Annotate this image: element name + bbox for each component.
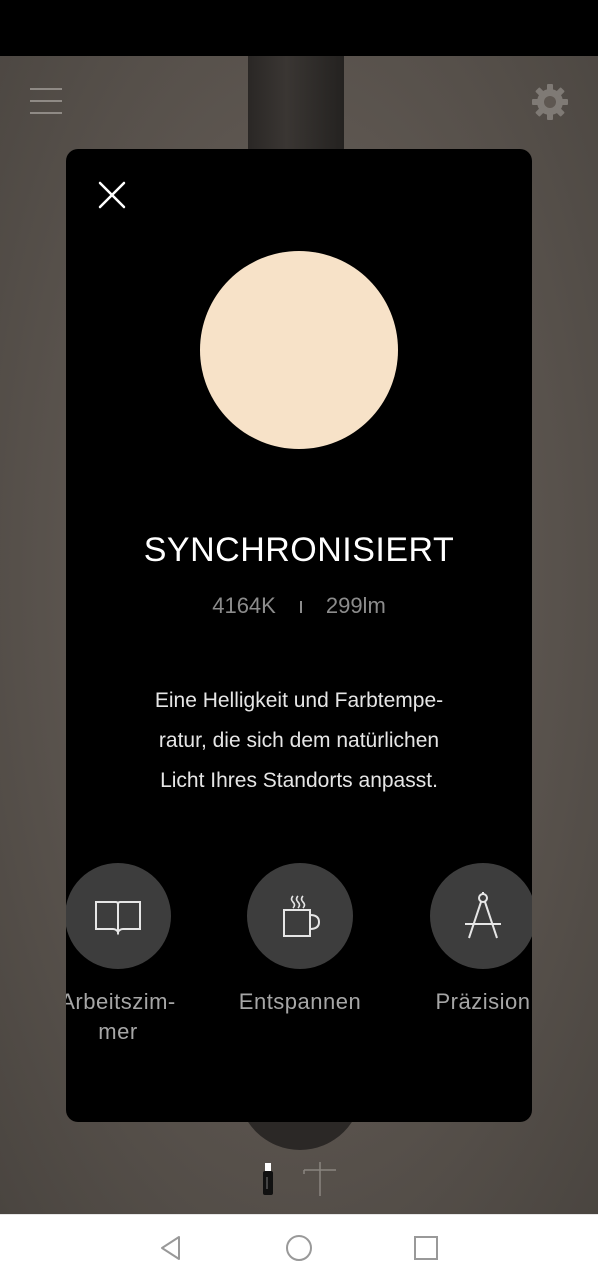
color-temperature-value: 4164K bbox=[212, 593, 276, 618]
lamp-select-icon[interactable] bbox=[262, 1163, 274, 1197]
preset-praezision[interactable]: Präzision bbox=[393, 863, 532, 1063]
preset-label: Arbeitszim- mer bbox=[66, 989, 176, 1044]
close-icon[interactable] bbox=[96, 179, 128, 211]
coffee-cup-icon bbox=[283, 895, 321, 937]
status-bar bbox=[0, 0, 598, 56]
preset-entspannen[interactable]: Entspannen bbox=[210, 863, 390, 1063]
recents-square-icon[interactable] bbox=[411, 1233, 441, 1263]
light-stats: 4164K 299lm bbox=[66, 593, 532, 619]
description-line: ratur, die sich dem natürlichen bbox=[158, 729, 440, 752]
light-color-preview bbox=[200, 251, 398, 449]
scene-title: SYNCHRONISIERT bbox=[143, 531, 455, 569]
floor-lamp-icon[interactable] bbox=[302, 1160, 338, 1198]
preset-circle bbox=[247, 863, 353, 969]
hamburger-menu-icon[interactable] bbox=[30, 88, 62, 118]
preset-label: Entspannen bbox=[238, 989, 362, 1014]
back-triangle-icon[interactable] bbox=[156, 1233, 186, 1263]
home-circle-icon[interactable] bbox=[284, 1233, 314, 1263]
brightness-value: 299lm bbox=[325, 593, 386, 618]
book-icon bbox=[95, 901, 141, 936]
description-line: Licht Ihres Standorts anpasst. bbox=[160, 769, 438, 792]
gear-icon[interactable] bbox=[530, 82, 570, 122]
system-navigation-bar bbox=[0, 1214, 598, 1281]
lamp-image-top bbox=[248, 56, 344, 156]
preset-circle bbox=[66, 863, 171, 969]
compass-icon bbox=[465, 892, 501, 939]
scene-description: Eine Helligkeit und Farbtempe- ratur, di… bbox=[106, 681, 492, 801]
preset-label: Präzision bbox=[435, 989, 531, 1014]
scene-detail-modal: SYNCHRONISIERT 4164K 299lm Eine Helligkei… bbox=[66, 149, 532, 1122]
description-line: Eine Helligkeit und Farbtempe- bbox=[154, 689, 444, 712]
preset-circle bbox=[430, 863, 532, 969]
stats-separator bbox=[299, 601, 302, 614]
preset-arbeitszimmer[interactable]: Arbeitszim- mer bbox=[66, 863, 208, 1063]
